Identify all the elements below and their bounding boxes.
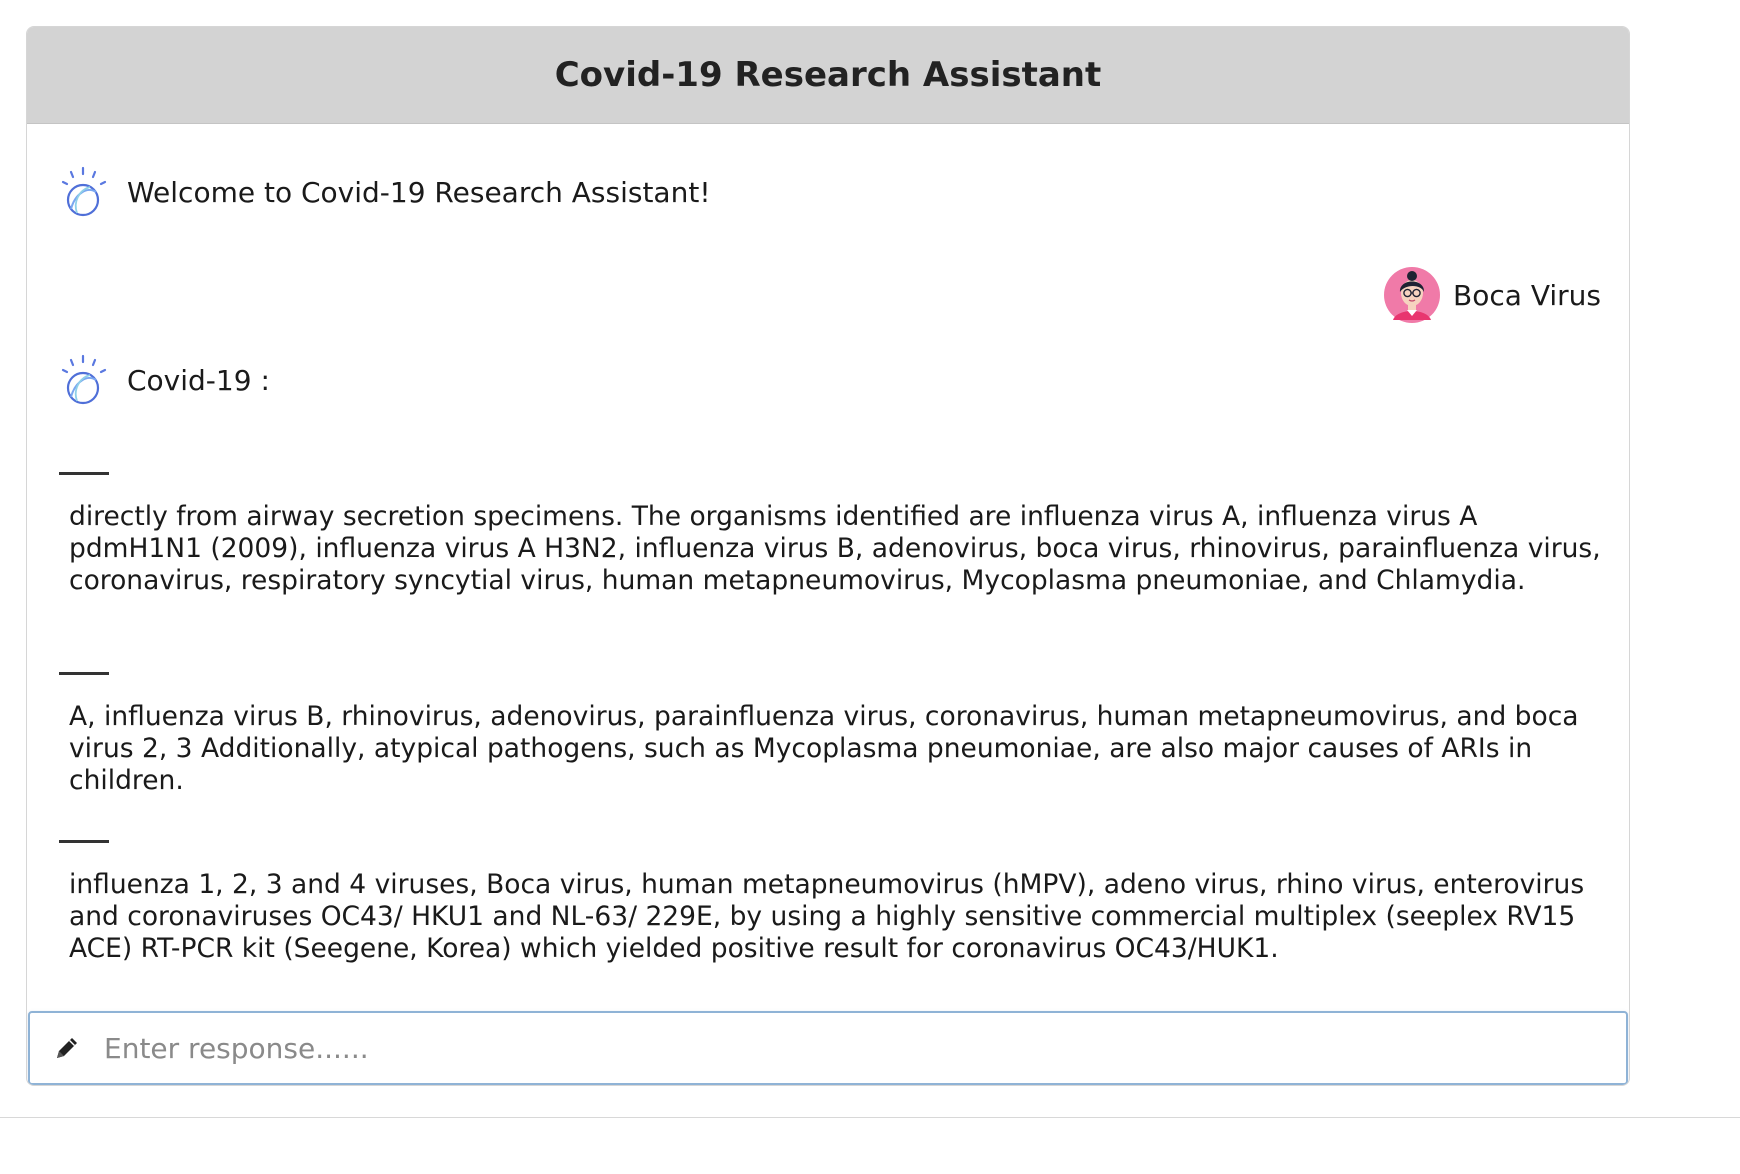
response-input-bar[interactable] — [28, 1011, 1628, 1085]
watson-logo-icon — [61, 166, 107, 217]
bot-message-welcome: Welcome to Covid-19 Research Assistant! — [57, 164, 711, 220]
chat-header: Covid-19 Research Assistant — [27, 27, 1629, 124]
result-item: directly from airway secretion specimens… — [59, 472, 1607, 597]
user-query-text: Boca Virus — [1453, 278, 1601, 312]
pencil-icon — [57, 1038, 77, 1058]
chat-window: Covid-19 Research Assistant Welcome to C… — [26, 26, 1630, 1086]
response-input[interactable] — [102, 1030, 1626, 1066]
bot-reply-label: Covid-19 : — [127, 363, 270, 397]
user-avatar-icon — [1384, 267, 1441, 323]
welcome-text: Welcome to Covid-19 Research Assistant! — [127, 175, 711, 209]
result-item: influenza 1, 2, 3 and 4 viruses, Boca vi… — [59, 840, 1607, 965]
result-divider — [59, 840, 109, 843]
result-divider — [59, 472, 109, 475]
result-item: A, influenza virus B, rhinovirus, adenov… — [59, 672, 1607, 797]
bot-message-reply: Covid-19 : — [57, 352, 270, 408]
page-title: Covid-19 Research Assistant — [554, 55, 1102, 95]
result-text: influenza 1, 2, 3 and 4 viruses, Boca vi… — [69, 869, 1585, 964]
result-divider — [59, 672, 109, 675]
result-text: A, influenza virus B, rhinovirus, adenov… — [69, 701, 1579, 796]
message-list[interactable]: Welcome to Covid-19 Research Assistant! … — [27, 124, 1629, 1009]
user-message: Boca Virus — [1383, 266, 1601, 324]
watson-logo-icon — [61, 354, 107, 405]
page-divider — [0, 1117, 1740, 1118]
result-text: directly from airway secretion specimens… — [69, 501, 1601, 596]
